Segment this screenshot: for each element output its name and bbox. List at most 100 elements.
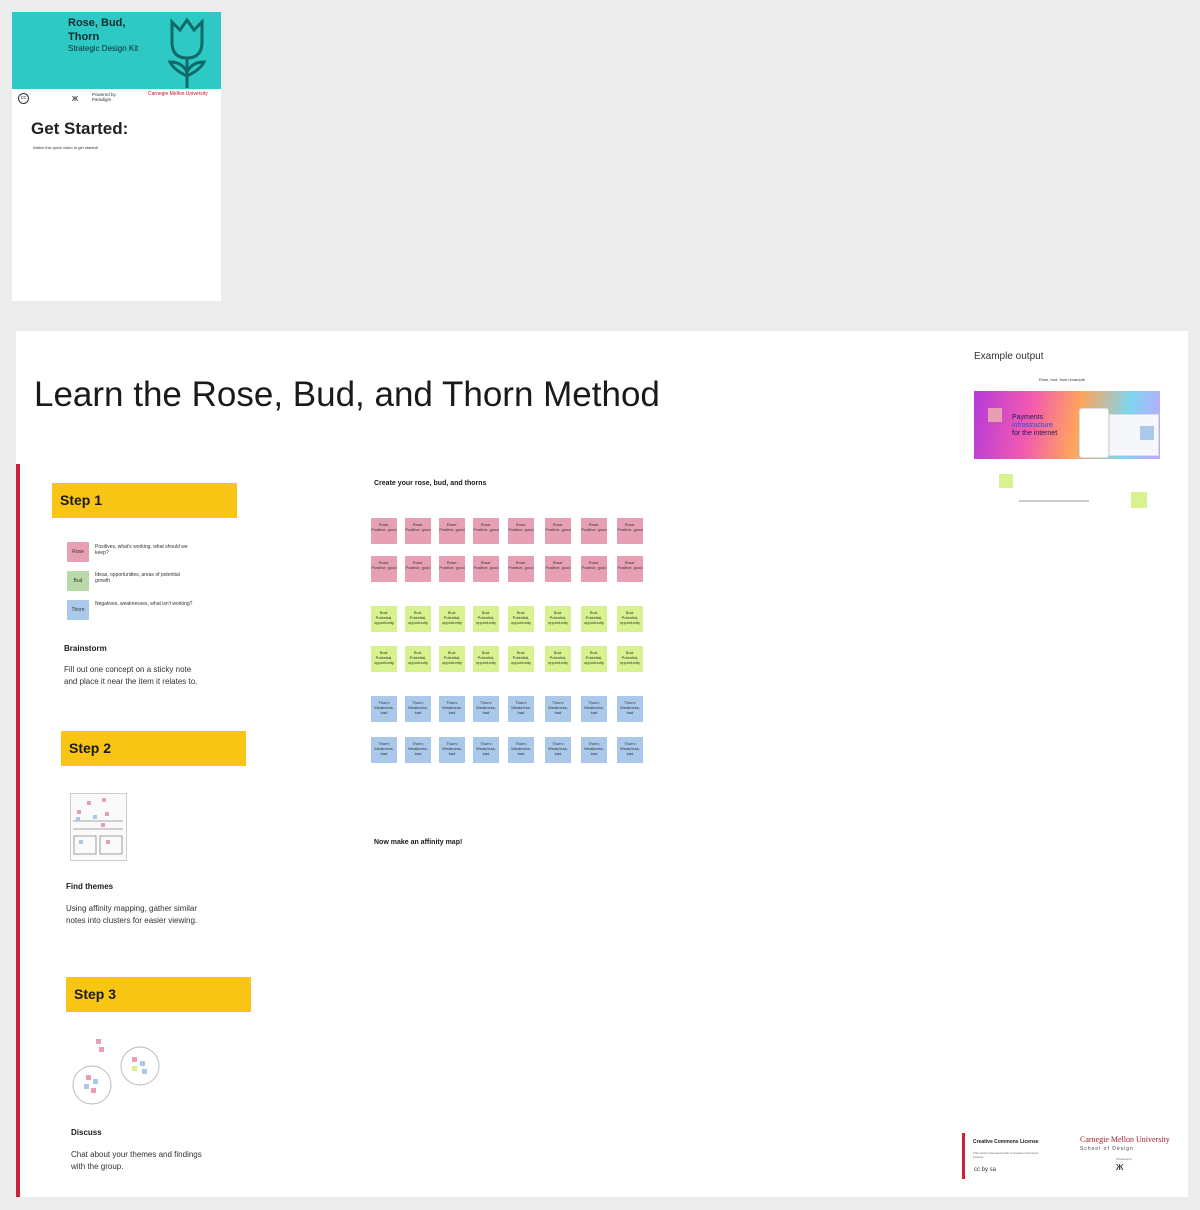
rose-sticky-note[interactable]: Rose: Positive, good xyxy=(439,518,465,544)
affinity-map-thumbnail xyxy=(70,793,127,861)
bud-sticky-note[interactable]: Bud: Potential, opportunity xyxy=(508,646,534,672)
bud-sticky-note[interactable]: Bud: Potential, opportunity xyxy=(371,646,397,672)
bud-sticky-note[interactable]: Bud: Potential, opportunity xyxy=(508,606,534,632)
bud-sticky-note[interactable]: Bud: Potential, opportunity xyxy=(473,646,499,672)
bud-sticky-note[interactable]: Bud: Potential, opportunity xyxy=(617,606,643,632)
affinity-map-label: Now make an affinity map! xyxy=(374,839,463,846)
rose-icon xyxy=(167,17,207,88)
thorn-sticky-note[interactable]: Thorn: Weakness, bad xyxy=(581,737,607,763)
rose-sticky-note[interactable]: Rose: Positive, good xyxy=(545,518,571,544)
example-heading: Rose, bud, thorn example xyxy=(1039,377,1085,382)
thorn-sticky-note[interactable]: Thorn: Weakness, bad xyxy=(508,737,534,763)
legend-bud-swatch: Bud xyxy=(67,571,89,591)
cmu-logo-small: Carnegie Mellon University xyxy=(148,91,208,97)
method-board[interactable]: Learn the Rose, Bud, and Thorn Method St… xyxy=(16,331,1188,1197)
find-themes-heading: Find themes xyxy=(66,882,114,891)
thorn-sticky-note[interactable]: Thorn: Weakness, bad xyxy=(617,696,643,722)
rose-sticky-note[interactable]: Rose: Positive, good xyxy=(508,556,534,582)
thorn-sticky-note[interactable]: Thorn: Weakness, bad xyxy=(371,696,397,722)
legend-thorn-text: Negatives, weaknesses, what isn't workin… xyxy=(95,601,193,607)
brainstorm-body: Fill out one concept on a sticky note an… xyxy=(64,665,198,686)
rose-sticky-note[interactable]: Rose: Positive, good xyxy=(405,518,431,544)
bud-sticky-note[interactable]: Bud: Potential, opportunity xyxy=(581,606,607,632)
thorn-sticky-note[interactable]: Thorn: Weakness, bad xyxy=(405,737,431,763)
get-started-heading: Get Started: xyxy=(31,119,129,138)
cc-license-text: This work is licensed under a Creative C… xyxy=(973,1151,1039,1159)
rose-sticky-note[interactable]: Rose: Positive, good xyxy=(371,518,397,544)
kit-title-line2: Thorn xyxy=(68,31,100,43)
rose-sticky-note[interactable]: Rose: Positive, good xyxy=(473,556,499,582)
thorn-sticky-note[interactable]: Thorn: Weakness, bad xyxy=(508,696,534,722)
example-phone-mockup xyxy=(1079,408,1109,458)
bud-sticky-note[interactable]: Bud: Potential, opportunity xyxy=(581,646,607,672)
cc-accent-bar xyxy=(962,1133,965,1179)
thorn-sticky-note[interactable]: Thorn: Weakness, bad xyxy=(439,737,465,763)
footer-butterfly-logo-icon: ж xyxy=(1116,1161,1124,1173)
cc-license-heading: Creative Commons License xyxy=(973,1139,1039,1145)
legend-rose-swatch: Rose xyxy=(67,542,89,562)
bud-sticky-note[interactable]: Bud: Potential, opportunity xyxy=(545,606,571,632)
rose-sticky-note[interactable]: Rose: Positive, good xyxy=(371,556,397,582)
rose-sticky-note[interactable]: Rose: Positive, good xyxy=(581,518,607,544)
example-bud-sticky-2 xyxy=(1131,492,1147,508)
kit-banner: Rose, Bud, Thorn Strategic Design Kit xyxy=(12,12,221,89)
kit-logos: cc ж Powered by Paradigm Carnegie Mellon… xyxy=(12,91,221,107)
example-headline-line2: infrastructure xyxy=(1012,422,1053,429)
example-headline-line3: for the internet xyxy=(1012,430,1058,437)
rose-sticky-note[interactable]: Rose: Positive, good xyxy=(473,518,499,544)
rose-sticky-note[interactable]: Rose: Positive, good xyxy=(405,556,431,582)
thorn-sticky-note[interactable]: Thorn: Weakness, bad xyxy=(371,737,397,763)
thorn-sticky-note[interactable]: Thorn: Weakness, bad xyxy=(439,696,465,722)
example-rose-sticky xyxy=(988,408,1002,422)
bud-sticky-note[interactable]: Bud: Potential, opportunity xyxy=(371,606,397,632)
thorn-sticky-note[interactable]: Thorn: Weakness, bad xyxy=(473,737,499,763)
create-stickies-label: Create your rose, bud, and thorns xyxy=(374,480,487,487)
step2-banner: Step 2 xyxy=(61,731,246,766)
example-thorn-sticky xyxy=(1140,426,1154,440)
example-footer-line xyxy=(1019,500,1089,502)
rose-sticky-note[interactable]: Rose: Positive, good xyxy=(617,556,643,582)
legend-thorn-swatch: Thorn xyxy=(67,600,89,620)
legend-rose-text: Positives, what's working, what should w… xyxy=(95,544,188,556)
discuss-body: Chat about your themes and findings with… xyxy=(71,1150,202,1171)
get-started-subtext: Watch this quick video to get started! xyxy=(33,145,99,150)
thorn-sticky-note[interactable]: Thorn: Weakness, bad xyxy=(545,696,571,722)
kit-title-line1: Rose, Bud, xyxy=(68,17,126,29)
bud-sticky-note[interactable]: Bud: Potential, opportunity xyxy=(439,606,465,632)
example-bud-sticky xyxy=(999,474,1013,488)
thorn-sticky-note[interactable]: Thorn: Weakness, bad xyxy=(473,696,499,722)
bud-sticky-note[interactable]: Bud: Potential, opportunity xyxy=(617,646,643,672)
cmu-footer-logo: Carnegie Mellon University xyxy=(1080,1135,1170,1144)
rose-sticky-note[interactable]: Rose: Positive, good xyxy=(545,556,571,582)
example-output-image[interactable]: Rose, bud, thorn example Payments infras… xyxy=(974,374,1160,524)
find-themes-body: Using affinity mapping, gather similar n… xyxy=(66,904,198,925)
cc-badges-icon: cc by sa xyxy=(974,1167,997,1173)
board-title: Learn the Rose, Bud, and Thorn Method xyxy=(34,375,660,414)
kit-subtitle: Strategic Design Kit xyxy=(68,44,139,53)
example-output-label: Example output xyxy=(974,351,1044,362)
accent-bar xyxy=(16,464,20,1197)
step3-banner: Step 3 xyxy=(66,977,251,1012)
thorn-sticky-note[interactable]: Thorn: Weakness, bad xyxy=(581,696,607,722)
bud-sticky-note[interactable]: Bud: Potential, opportunity xyxy=(439,646,465,672)
rose-sticky-note[interactable]: Rose: Positive, good xyxy=(581,556,607,582)
kit-card[interactable]: Rose, Bud, Thorn Strategic Design Kit cc… xyxy=(12,12,221,301)
bud-sticky-note[interactable]: Bud: Potential, opportunity xyxy=(405,646,431,672)
step1-banner: Step 1 xyxy=(52,483,237,518)
brainstorm-heading: Brainstorm xyxy=(64,644,107,653)
thorn-sticky-note[interactable]: Thorn: Weakness, bad xyxy=(545,737,571,763)
bud-sticky-note[interactable]: Bud: Potential, opportunity xyxy=(545,646,571,672)
rose-sticky-note[interactable]: Rose: Positive, good xyxy=(439,556,465,582)
cmu-footer-subtitle: School of Design xyxy=(1080,1146,1134,1152)
bud-sticky-note[interactable]: Bud: Potential, opportunity xyxy=(473,606,499,632)
discussion-clusters-illustration xyxy=(70,1037,170,1117)
discuss-heading: Discuss xyxy=(71,1128,102,1137)
rose-sticky-note[interactable]: Rose: Positive, good xyxy=(508,518,534,544)
example-headline-line1: Payments xyxy=(1012,414,1044,421)
kit-title: Rose, Bud, Thorn xyxy=(68,16,125,44)
bud-sticky-note[interactable]: Bud: Potential, opportunity xyxy=(405,606,431,632)
thorn-sticky-note[interactable]: Thorn: Weakness, bad xyxy=(617,737,643,763)
thorn-sticky-note[interactable]: Thorn: Weakness, bad xyxy=(405,696,431,722)
cc-icon: cc xyxy=(18,93,29,104)
rose-sticky-note[interactable]: Rose: Positive, good xyxy=(617,518,643,544)
